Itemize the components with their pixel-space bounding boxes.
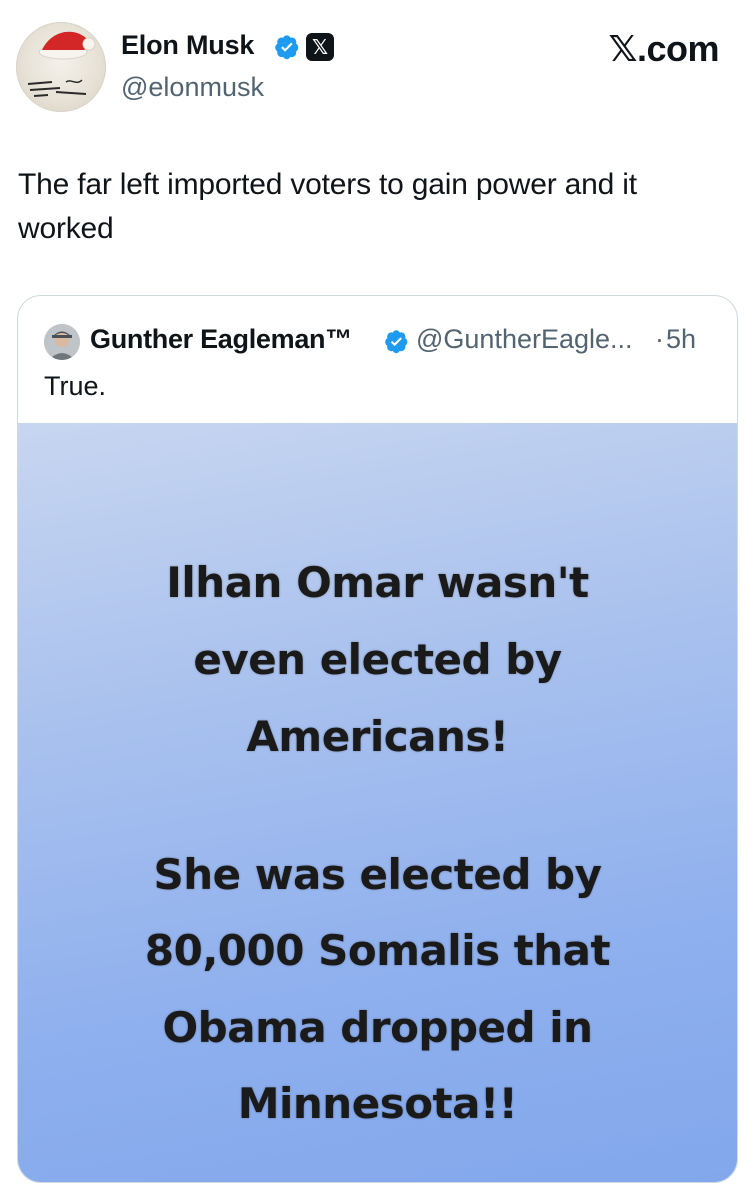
quoted-author-avatar[interactable] [44, 324, 80, 360]
image-text-line: Obama dropped in [162, 1003, 593, 1052]
verified-badge-icon [275, 35, 299, 60]
person-avatar-icon [44, 324, 80, 360]
quoted-author-handle[interactable]: @GuntherEagle... [416, 324, 633, 355]
post-text: The far left imported voters to gain pow… [18, 168, 637, 245]
quoted-post-image[interactable]: Ilhan Omar wasn't even elected by Americ… [18, 423, 737, 1182]
author-avatar[interactable] [16, 22, 106, 112]
site-watermark: 𝕏.com [608, 28, 719, 69]
image-text-line: Americans! [246, 712, 509, 761]
image-text-line: 80,000 Somalis that [144, 926, 611, 975]
image-text-line: even elected by [193, 635, 562, 684]
quoted-post-text: True. [44, 371, 107, 401]
author-name[interactable]: Elon Musk [121, 30, 254, 61]
author-handle[interactable]: @elonmusk [121, 72, 264, 103]
verified-badge-icon [385, 330, 408, 354]
separator-dot: · [655, 324, 664, 354]
image-text-line: Minnesota!! [237, 1079, 518, 1128]
post: Elon Musk 𝕏 @elonmusk 𝕏.com The far left… [0, 0, 755, 1200]
image-text-line: She was elected by [153, 850, 602, 899]
image-text-line: Ilhan Omar wasn't [166, 558, 589, 607]
quoted-post-card[interactable]: Gunther Eagleman™ @GuntherEagle... · 5h … [17, 295, 738, 1183]
quoted-author-name[interactable]: Gunther Eagleman™ [90, 324, 352, 355]
santa-hat-icon [27, 31, 96, 97]
x-logo-icon: 𝕏 [306, 33, 334, 61]
quoted-post-timestamp[interactable]: 5h [666, 324, 696, 355]
